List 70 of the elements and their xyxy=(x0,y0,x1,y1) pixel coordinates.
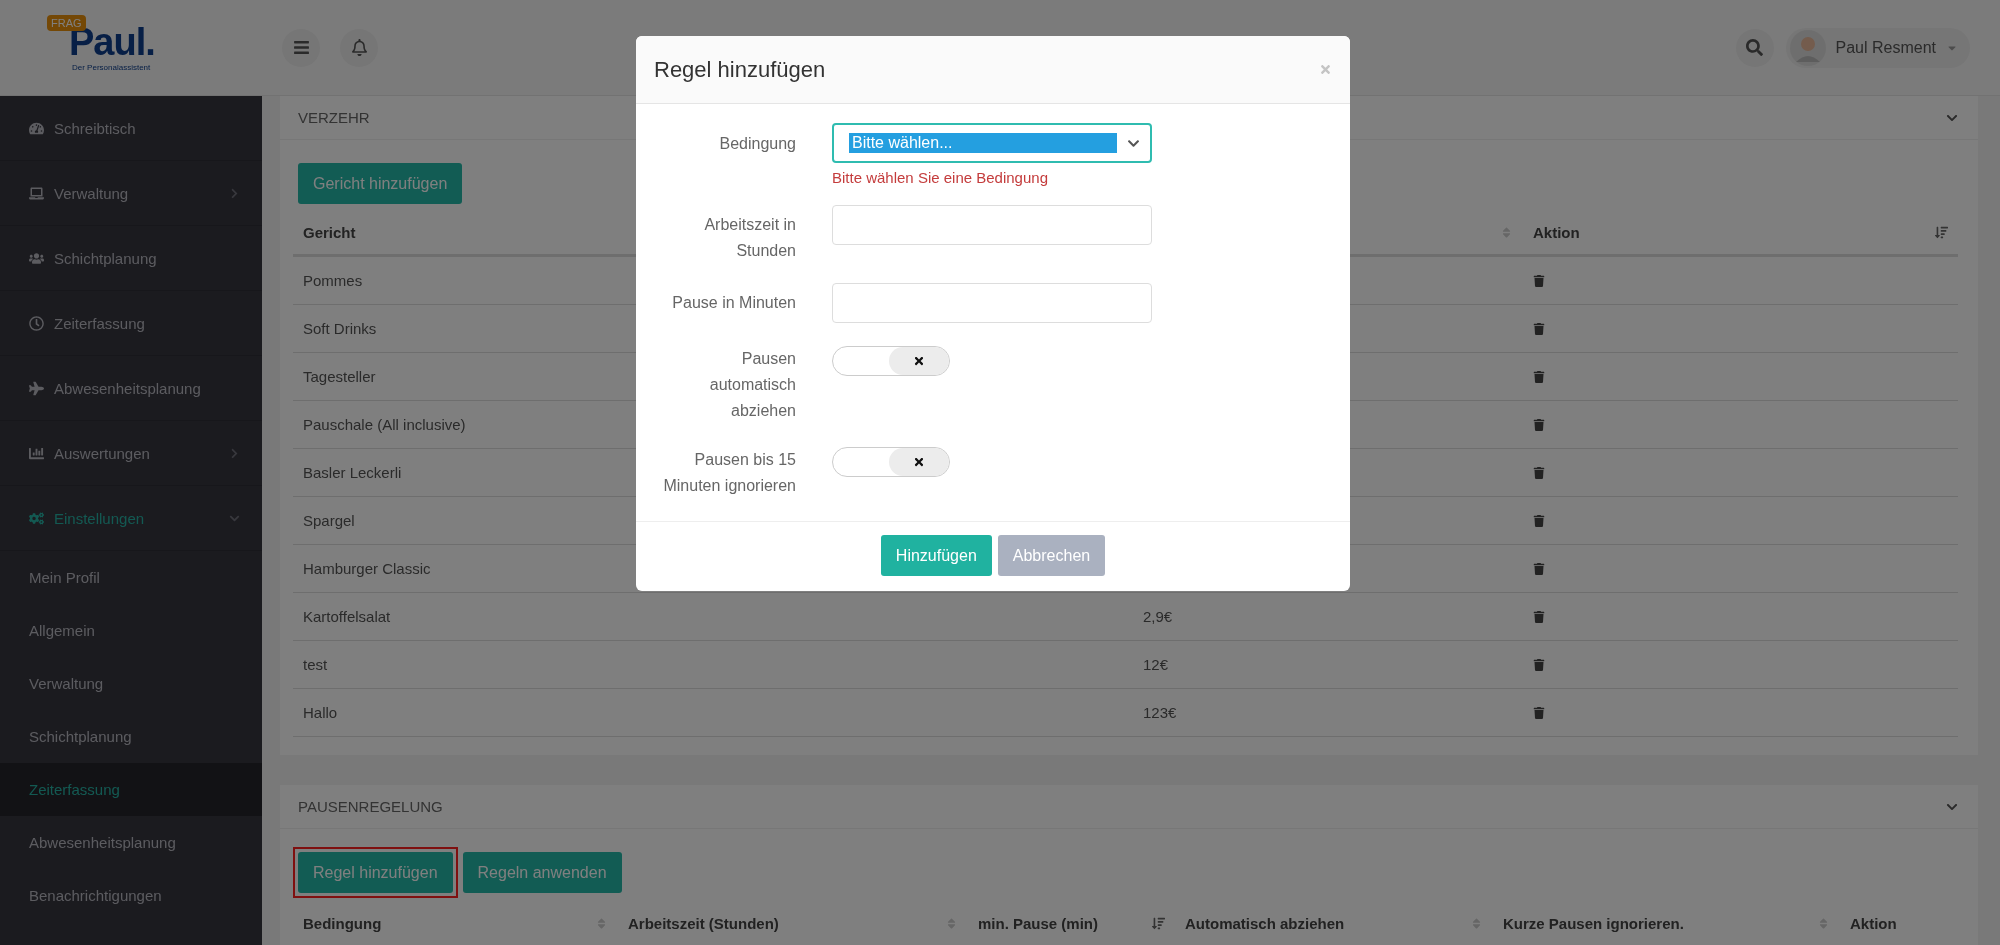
table-cell: Pauschale (All inclusive) xyxy=(303,416,466,433)
table-cell: Soft Drinks xyxy=(303,320,377,337)
clock-icon xyxy=(29,315,44,331)
cancel-button[interactable]: Abbrechen xyxy=(997,535,1106,576)
table-cell: Hallo xyxy=(303,704,338,721)
sort-descending-icon[interactable] xyxy=(1935,226,1948,239)
toggle-switch[interactable] xyxy=(832,346,950,376)
field-label: Pausen automatisch abziehen xyxy=(708,349,796,421)
logo-tagline: Der Personalassistent xyxy=(72,63,152,72)
user-menu-button[interactable]: Paul Resment xyxy=(1785,27,1970,68)
trash-icon[interactable] xyxy=(1533,274,1545,287)
select-field[interactable]: Bitte wählen... xyxy=(832,123,1152,163)
input-field[interactable] xyxy=(832,283,1152,323)
field-label: Pausen bis 15 Minuten ignorieren xyxy=(662,450,796,496)
toggle-switch[interactable] xyxy=(832,447,950,477)
column-header: Bedingung xyxy=(303,914,382,932)
table-cell: 2,9€ xyxy=(1143,608,1173,625)
table-cell: 12€ xyxy=(1143,656,1169,673)
add-button[interactable]: Regel hinzufügen xyxy=(298,852,453,893)
cross-icon xyxy=(913,355,925,367)
cross-icon xyxy=(913,456,925,468)
field-label: Bedingung xyxy=(719,134,796,154)
notification-button[interactable] xyxy=(340,28,378,67)
column-header: Arbeitszeit (Stunden) xyxy=(628,914,779,932)
sidebar-subitem[interactable]: Zeiterfassung xyxy=(0,763,262,816)
laptop-icon xyxy=(29,185,44,201)
submit-button[interactable]: Hinzufügen xyxy=(880,535,992,576)
trash-icon[interactable] xyxy=(1533,370,1545,383)
menu-button[interactable] xyxy=(282,28,320,67)
trash-icon[interactable] xyxy=(1533,706,1545,719)
search-icon xyxy=(1746,39,1763,56)
input-field[interactable] xyxy=(832,205,1152,245)
sort-descending-icon[interactable] xyxy=(1152,916,1165,930)
trash-icon[interactable] xyxy=(1533,658,1545,671)
add-button[interactable]: Gericht hinzufügen xyxy=(298,163,463,204)
column-header: Automatisch abziehen xyxy=(1185,914,1345,932)
table-cell: Kartoffelsalat xyxy=(303,608,391,625)
column-header: Gericht xyxy=(303,224,356,241)
error-message: Bitte wählen Sie eine Bedingung xyxy=(832,169,1049,186)
gauge-icon xyxy=(29,120,44,136)
trash-icon[interactable] xyxy=(1533,466,1545,479)
field-label: Pause in Minuten xyxy=(672,293,796,313)
field-label: Arbeitszeit in Stunden xyxy=(703,215,796,261)
avatar-icon xyxy=(1789,29,1826,66)
column-header: min. Pause (min) xyxy=(978,914,1099,932)
panel-title: PAUSENREGELUNG xyxy=(298,798,443,815)
dialog-title: Regel hinzufügen xyxy=(654,56,826,83)
plane-icon xyxy=(29,380,44,396)
trash-icon[interactable] xyxy=(1533,562,1545,575)
table-cell: Hamburger Classic xyxy=(303,560,431,577)
trash-icon[interactable] xyxy=(1533,610,1545,623)
gears-icon xyxy=(29,510,44,526)
panel-title: VERZEHR xyxy=(298,109,370,126)
table-cell: Spargel xyxy=(303,512,355,529)
table-cell: Basler Leckerli xyxy=(303,464,402,481)
table-cell: Tagesteller xyxy=(303,368,376,385)
users-icon xyxy=(29,250,44,266)
bar-chart-icon xyxy=(29,445,44,461)
column-header: Aktion xyxy=(1533,224,1580,241)
bell-icon xyxy=(350,39,368,56)
table-cell: 123€ xyxy=(1143,704,1177,721)
table-cell: Pommes xyxy=(303,272,363,289)
table-cell: test xyxy=(303,656,328,673)
trash-icon[interactable] xyxy=(1533,322,1545,335)
trash-icon[interactable] xyxy=(1533,514,1545,527)
column-header: Aktion xyxy=(1850,914,1897,932)
column-header: Kurze Pausen ignorieren. xyxy=(1503,914,1684,932)
add-button[interactable]: Regeln anwenden xyxy=(462,852,622,893)
trash-icon[interactable] xyxy=(1533,418,1545,431)
menu-icon xyxy=(292,39,310,56)
